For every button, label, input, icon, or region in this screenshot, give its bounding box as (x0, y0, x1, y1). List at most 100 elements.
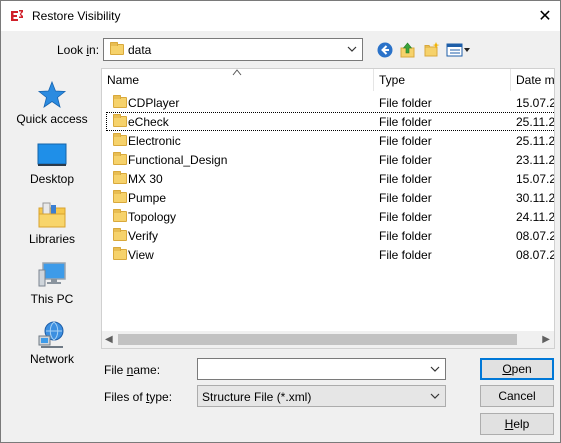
column-header-label: Type (379, 73, 406, 87)
up-folder-icon (400, 42, 415, 58)
folder-icon (113, 114, 127, 127)
open-label: pen (511, 362, 532, 376)
place-this-pc[interactable]: This PC (9, 254, 95, 310)
chevron-down-icon[interactable] (429, 390, 441, 402)
file-row[interactable]: View File folder 08.07.20 (102, 245, 554, 264)
file-row[interactable]: Electronic File folder 25.11.20 (102, 131, 554, 150)
folder-icon (113, 95, 127, 108)
view-menu-button[interactable] (446, 39, 472, 61)
file-date: 25.11.20 (516, 115, 555, 129)
look-in-label-start: Look (57, 43, 87, 57)
place-label: Libraries (28, 232, 76, 246)
scroll-right-icon[interactable]: ▶ (542, 334, 550, 345)
file-name-label-start: File (104, 363, 127, 377)
files-of-type-label-start: Files of (104, 390, 147, 404)
e3-app-icon (11, 10, 23, 21)
column-header-name[interactable]: Name (102, 69, 374, 91)
file-name: CDPlayer (128, 96, 180, 110)
place-label: Desktop (29, 172, 75, 186)
close-icon: ✕ (538, 8, 552, 25)
place-label: Quick access (16, 112, 88, 126)
cancel-button[interactable]: Cancel (480, 385, 554, 407)
help-accel: H (504, 417, 514, 431)
star-icon (37, 80, 67, 108)
file-row[interactable]: CDPlayer File folder 15.07.20 (102, 93, 554, 112)
file-list-view[interactable]: Name Type Date m CDPlayer File folder 15… (101, 68, 555, 349)
focus-rectangle (106, 112, 554, 131)
file-name: Topology (128, 210, 177, 224)
file-type: File folder (379, 191, 432, 205)
file-row[interactable]: MX 30 File folder 15.07.20 (102, 169, 554, 188)
scrollbar-thumb[interactable] (118, 334, 517, 345)
close-button[interactable]: ✕ (533, 5, 557, 27)
folder-icon (113, 228, 127, 241)
folder-icon (113, 152, 127, 165)
folder-icon (113, 171, 127, 184)
files-of-type-value: Structure File (*.xml) (202, 390, 312, 404)
look-in-label-end: n: (89, 43, 100, 57)
column-header-type[interactable]: Type (374, 69, 511, 91)
file-row[interactable]: Topology File folder 24.11.20 (102, 207, 554, 226)
file-date: 23.11.20 (516, 153, 555, 167)
place-quick-access[interactable]: Quick access (9, 74, 95, 130)
help-button[interactable]: Help (480, 413, 554, 435)
help-label: elp (513, 417, 530, 431)
file-name-combo[interactable] (197, 358, 446, 380)
restore-visibility-dialog: Restore Visibility ✕ Look in: data Quick… (0, 0, 561, 443)
file-name-label: File name: (104, 363, 160, 377)
file-name-label-end: ame: (133, 363, 161, 377)
file-name-input[interactable] (200, 361, 420, 377)
file-type: File folder (379, 248, 432, 262)
title-bar[interactable]: Restore Visibility ✕ (1, 1, 560, 31)
column-header-date[interactable]: Date m (511, 69, 555, 91)
file-row[interactable]: Verify File folder 08.07.20 (102, 226, 554, 245)
up-folder-button[interactable] (397, 39, 419, 61)
places-bar: Quick access Desktop Libraries This PC N… (9, 68, 95, 378)
sort-ascending-icon (232, 69, 242, 76)
file-date: 30.11.20 (516, 191, 555, 205)
open-button[interactable]: Open (480, 358, 554, 380)
chevron-down-icon[interactable] (429, 363, 441, 375)
horizontal-scrollbar[interactable]: ◀ ▶ (102, 331, 554, 348)
chevron-down-icon[interactable] (346, 43, 358, 55)
file-type: File folder (379, 210, 432, 224)
file-date: 08.07.20 (516, 248, 554, 262)
computer-icon (38, 262, 66, 287)
file-name: MX 30 (128, 172, 163, 186)
folder-icon (113, 190, 127, 203)
column-header-label: Date m (516, 73, 555, 87)
file-row[interactable]: Functional_Design File folder 23.11.20 (102, 150, 555, 169)
back-button[interactable] (374, 39, 396, 61)
place-libraries[interactable]: Libraries (9, 194, 95, 250)
scroll-left-icon[interactable]: ◀ (105, 334, 113, 345)
file-row[interactable]: eCheck File folder 25.11.20 (102, 112, 555, 131)
file-name: Verify (128, 229, 159, 243)
back-arrow-icon (377, 42, 393, 58)
place-label: Network (29, 352, 74, 366)
file-name: Electronic (128, 134, 181, 148)
folder-icon (113, 133, 127, 146)
file-type: File folder (379, 115, 432, 129)
open-accel: O (502, 362, 512, 376)
file-type: File folder (379, 134, 432, 148)
new-folder-icon (424, 42, 440, 57)
file-type: File folder (379, 153, 432, 167)
network-icon (38, 321, 64, 348)
file-name: Pumpe (128, 191, 167, 205)
file-name: View (128, 248, 154, 262)
place-desktop[interactable]: Desktop (9, 134, 95, 190)
view-menu-icon (446, 43, 470, 57)
file-row[interactable]: Pumpe File folder 30.11.20 (102, 188, 555, 207)
folder-icon (113, 209, 127, 222)
file-name: eCheck (128, 115, 169, 129)
new-folder-button[interactable] (421, 39, 443, 61)
look-in-label: Look in: (57, 43, 99, 57)
files-of-type-combo[interactable]: Structure File (*.xml) (197, 385, 446, 407)
file-date: 08.07.20 (516, 229, 554, 243)
desktop-icon (37, 143, 67, 166)
look-in-combo[interactable]: data (103, 38, 363, 61)
libraries-icon (38, 202, 66, 228)
column-header-label: Name (107, 73, 140, 87)
files-of-type-label: Files of type: (104, 390, 172, 404)
place-network[interactable]: Network (9, 314, 95, 370)
